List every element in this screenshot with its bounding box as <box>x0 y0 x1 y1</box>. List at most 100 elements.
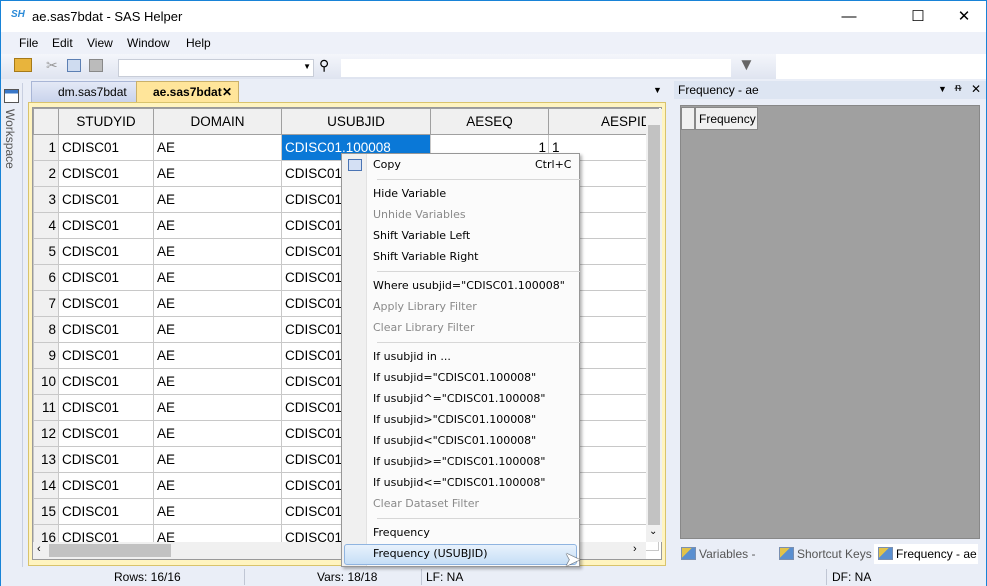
workspace-label[interactable]: Workspace <box>3 109 17 169</box>
panel-close-icon[interactable]: ✕ <box>971 82 981 96</box>
panel-menu-icon[interactable]: ▼ <box>938 84 947 94</box>
row-number[interactable]: 7 <box>33 290 59 317</box>
cell-domain[interactable]: AE <box>153 342 282 369</box>
menu-help[interactable]: Help <box>186 36 211 50</box>
cell-studyid[interactable]: CDISC01 <box>58 420 154 447</box>
open-folder-icon[interactable] <box>14 58 32 72</box>
cell-domain[interactable]: AE <box>153 134 282 161</box>
menu-item-if-usubjid-cdisc01-100008[interactable]: If usubjid<="CDISC01.100008" <box>373 476 545 489</box>
minimize-button[interactable]: — <box>826 1 872 32</box>
cut-icon[interactable]: ✂ <box>46 57 58 74</box>
menu-item-copy[interactable]: Copy <box>373 158 401 171</box>
row-number[interactable]: 2 <box>33 160 59 187</box>
row-number[interactable]: 5 <box>33 238 59 265</box>
cell-domain[interactable]: AE <box>153 498 282 525</box>
horizontal-scroll-thumb[interactable] <box>49 544 171 557</box>
paste-icon[interactable] <box>89 59 103 72</box>
cell-studyid[interactable]: CDISC01 <box>58 186 154 213</box>
menu-item-frequency[interactable]: Frequency <box>373 526 430 539</box>
close-button[interactable]: ✕ <box>941 1 987 32</box>
cell-studyid[interactable]: CDISC01 <box>58 472 154 499</box>
frequency-grid[interactable] <box>680 105 980 539</box>
cell-studyid[interactable]: CDISC01 <box>58 160 154 187</box>
menu-item-if-usubjid-cdisc01-100008[interactable]: If usubjid<"CDISC01.100008" <box>373 434 536 447</box>
row-number[interactable]: 10 <box>33 368 59 395</box>
filter-input[interactable] <box>341 59 731 77</box>
tab-dm-sas7bdat[interactable]: dm.sas7bdat <box>31 81 141 102</box>
cell-domain[interactable]: AE <box>153 290 282 317</box>
cell-domain[interactable]: AE <box>153 446 282 473</box>
tab-shortcut-keys[interactable]: Shortcut Keys <box>775 544 873 564</box>
cell-domain[interactable]: AE <box>153 212 282 239</box>
menu-item-if-usubjid-cdisc01-100008[interactable]: If usubjid>"CDISC01.100008" <box>373 413 536 426</box>
cell-domain[interactable]: AE <box>153 472 282 499</box>
cell-studyid[interactable]: CDISC01 <box>58 212 154 239</box>
menu-item-where-usubjid-cdisc01-100008[interactable]: Where usubjid="CDISC01.100008" <box>373 279 565 292</box>
cell-studyid[interactable]: CDISC01 <box>58 394 154 421</box>
menu-item-if-usubjid-cdisc01-100008[interactable]: If usubjid^="CDISC01.100008" <box>373 392 545 405</box>
copy-icon[interactable] <box>67 59 81 72</box>
scroll-down-icon[interactable]: ⌄ <box>649 526 657 537</box>
pin-icon[interactable]: ᵰ <box>955 82 961 94</box>
menu-view[interactable]: View <box>87 36 113 50</box>
menu-item-shift-variable-left[interactable]: Shift Variable Left <box>373 229 470 242</box>
menu-item-hide-variable[interactable]: Hide Variable <box>373 187 446 200</box>
frequency-panel-title: Frequency - ae <box>678 83 759 97</box>
row-number[interactable]: 8 <box>33 316 59 343</box>
cell-studyid[interactable]: CDISC01 <box>58 134 154 161</box>
row-number[interactable]: 1 <box>33 134 59 161</box>
vertical-scroll-thumb[interactable] <box>648 125 660 525</box>
close-tab-icon[interactable]: ✕ <box>222 82 232 102</box>
row-number[interactable]: 11 <box>33 394 59 421</box>
cell-studyid[interactable]: CDISC01 <box>58 368 154 395</box>
tab-list-chevron-icon[interactable]: ▼ <box>653 85 662 95</box>
menu-file[interactable]: File <box>19 36 38 50</box>
scroll-left-icon[interactable]: ‹ <box>37 543 41 555</box>
cell-studyid[interactable]: CDISC01 <box>58 498 154 525</box>
cell-domain[interactable]: AE <box>153 264 282 291</box>
row-number[interactable]: 6 <box>33 264 59 291</box>
maximize-button[interactable]: ☐ <box>895 1 941 32</box>
menu-item-frequency-usubjid[interactable]: Frequency (USUBJID) <box>373 547 488 560</box>
cell-domain[interactable]: AE <box>153 160 282 187</box>
menu-window[interactable]: Window <box>127 36 170 50</box>
cell-studyid[interactable]: CDISC01 <box>58 342 154 369</box>
cell-domain[interactable]: AE <box>153 368 282 395</box>
cell-studyid[interactable]: CDISC01 <box>58 238 154 265</box>
row-number[interactable]: 12 <box>33 420 59 447</box>
scroll-right-icon[interactable]: › <box>633 543 637 555</box>
chevron-down-icon[interactable]: ▼ <box>303 62 311 71</box>
cell-domain[interactable]: AE <box>153 238 282 265</box>
column-header-domain[interactable]: DOMAIN <box>153 108 282 135</box>
cell-domain[interactable]: AE <box>153 316 282 343</box>
row-number[interactable]: 9 <box>33 342 59 369</box>
binoculars-icon[interactable]: ⚲ <box>319 57 329 74</box>
frequency-column-header[interactable]: Frequency <box>695 107 758 130</box>
row-number[interactable]: 14 <box>33 472 59 499</box>
cell-studyid[interactable]: CDISC01 <box>58 264 154 291</box>
tab-frequency-ae[interactable]: Frequency - ae <box>874 544 978 564</box>
menu-item-if-usubjid-in[interactable]: If usubjid in ... <box>373 350 451 363</box>
row-number[interactable]: 15 <box>33 498 59 525</box>
column-header-usubjid[interactable]: USUBJID <box>281 108 431 135</box>
row-number[interactable]: 13 <box>33 446 59 473</box>
cell-studyid[interactable]: CDISC01 <box>58 446 154 473</box>
cell-studyid[interactable]: CDISC01 <box>58 290 154 317</box>
column-header-aespid[interactable]: AESPID <box>548 108 659 135</box>
row-number[interactable]: 4 <box>33 212 59 239</box>
cell-domain[interactable]: AE <box>153 186 282 213</box>
menu-item-if-usubjid-cdisc01-100008[interactable]: If usubjid>="CDISC01.100008" <box>373 455 545 468</box>
column-header-studyid[interactable]: STUDYID <box>58 108 154 135</box>
menu-edit[interactable]: Edit <box>52 36 73 50</box>
cell-studyid[interactable]: CDISC01 <box>58 316 154 343</box>
row-number[interactable]: 3 <box>33 186 59 213</box>
tab-variables-ae[interactable]: Variables - ae <box>677 544 772 581</box>
filter-icon[interactable]: ▼ <box>738 55 755 75</box>
menu-item-if-usubjid-cdisc01-100008[interactable]: If usubjid="CDISC01.100008" <box>373 371 536 384</box>
cell-domain[interactable]: AE <box>153 420 282 447</box>
menu-item-shift-variable-right[interactable]: Shift Variable Right <box>373 250 479 263</box>
tab-ae-sas7bdat[interactable]: ae.sas7bdat ✕ <box>136 81 239 102</box>
cell-domain[interactable]: AE <box>153 394 282 421</box>
search-combo[interactable]: ▼ <box>118 59 314 77</box>
column-header-aeseq[interactable]: AESEQ <box>430 108 549 135</box>
